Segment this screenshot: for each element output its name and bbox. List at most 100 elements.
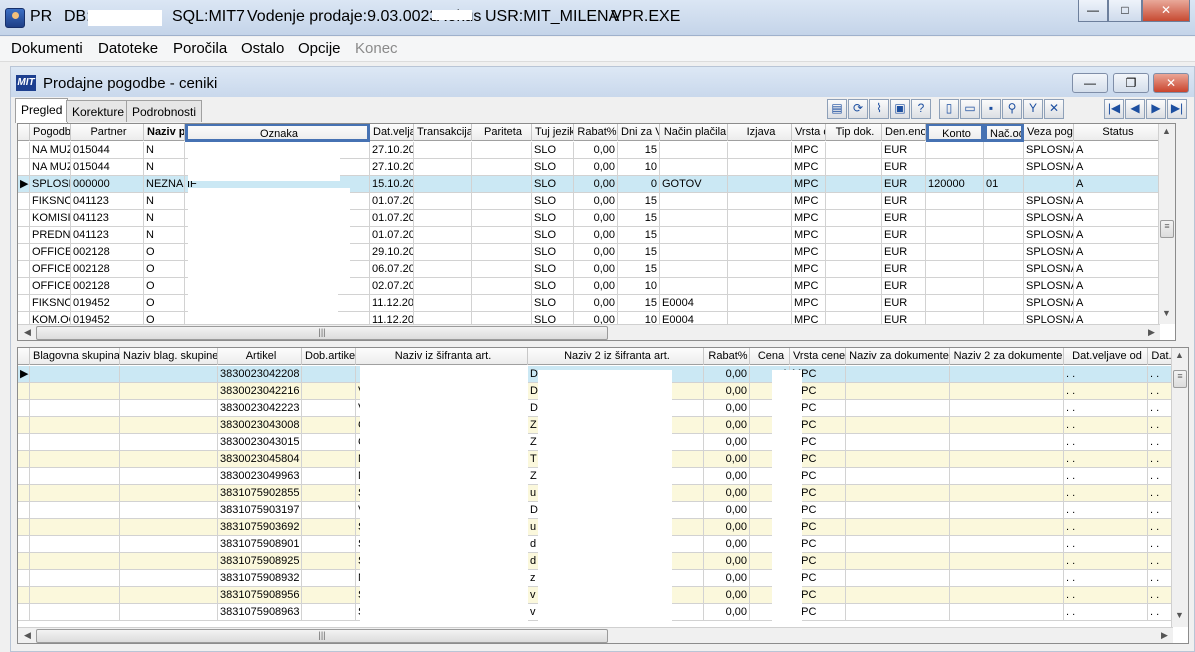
prices-cell[interactable]: . . bbox=[1064, 400, 1148, 417]
contracts-cell[interactable]: SPLOSNA11 bbox=[30, 176, 71, 193]
contracts-cell[interactable]: 10 bbox=[618, 278, 660, 295]
contracts-cell[interactable]: O bbox=[144, 295, 185, 312]
contracts-cell[interactable] bbox=[926, 244, 984, 261]
contracts-cell[interactable]: EUR bbox=[882, 261, 926, 278]
contracts-cell[interactable] bbox=[926, 159, 984, 176]
contracts-cell[interactable]: 02.07.2009 bbox=[370, 278, 414, 295]
contracts-cell[interactable] bbox=[984, 261, 1024, 278]
contracts-cell[interactable]: 01 bbox=[984, 176, 1024, 193]
prices-cell[interactable] bbox=[302, 485, 356, 502]
contracts-cell[interactable]: SPLOSNA11 bbox=[1024, 295, 1074, 312]
contracts-cell[interactable]: 041123 bbox=[71, 193, 144, 210]
attach-icon[interactable]: ⌇ bbox=[869, 99, 889, 119]
prices-cell[interactable]: 3830023045804 bbox=[218, 451, 302, 468]
prices-cell[interactable] bbox=[120, 570, 218, 587]
first-icon[interactable]: |◀ bbox=[1104, 99, 1124, 119]
prices-cell[interactable]: 0,00 bbox=[704, 502, 750, 519]
contracts-header-6[interactable]: Transakcija bbox=[414, 124, 472, 141]
contracts-cell[interactable]: EUR bbox=[882, 244, 926, 261]
contracts-cell[interactable]: SLO bbox=[532, 142, 574, 159]
contracts-cell[interactable]: 0,00 bbox=[574, 193, 618, 210]
scroll-right-icon[interactable]: ▶ bbox=[1144, 327, 1159, 338]
prices-cell[interactable]: 3830023042223 bbox=[218, 400, 302, 417]
contracts-cell[interactable]: NA MUZ,KO bbox=[30, 159, 71, 176]
scroll-thumb[interactable]: ≡ bbox=[1173, 370, 1187, 388]
scroll-thumb[interactable]: ≡ bbox=[1160, 220, 1174, 238]
prices-cell[interactable]: . . bbox=[1148, 519, 1173, 536]
prices-cell[interactable]: ▶ bbox=[18, 366, 30, 383]
prices-vertical-scrollbar[interactable]: ▲ ≡ ▼ bbox=[1171, 348, 1188, 627]
prices-cell[interactable]: . . bbox=[1064, 519, 1148, 536]
prices-cell[interactable]: . . bbox=[1064, 570, 1148, 587]
prices-cell[interactable] bbox=[18, 553, 30, 570]
prices-header-7[interactable]: Rabat% bbox=[704, 348, 750, 365]
contracts-cell[interactable]: 27.10.2009 bbox=[370, 142, 414, 159]
contracts-cell[interactable]: MPC bbox=[792, 159, 826, 176]
contracts-cell[interactable] bbox=[660, 193, 728, 210]
contracts-header-3[interactable]: Naziv partnerja ▲ bbox=[144, 124, 185, 141]
minimize-button[interactable]: — bbox=[1078, 0, 1108, 22]
prices-cell[interactable]: . . bbox=[1064, 502, 1148, 519]
prices-cell[interactable]: 0,00 bbox=[704, 468, 750, 485]
contracts-cell[interactable]: EUR bbox=[882, 159, 926, 176]
contracts-cell[interactable]: 0,00 bbox=[574, 278, 618, 295]
contracts-cell[interactable] bbox=[414, 142, 472, 159]
filter-icon[interactable]: Y bbox=[1023, 99, 1043, 119]
prices-cell[interactable] bbox=[950, 485, 1064, 502]
prices-cell[interactable] bbox=[120, 587, 218, 604]
prices-cell[interactable] bbox=[846, 451, 950, 468]
contracts-cell[interactable] bbox=[472, 193, 532, 210]
contracts-cell[interactable] bbox=[414, 244, 472, 261]
contracts-cell[interactable] bbox=[660, 244, 728, 261]
contracts-header-7[interactable]: Pariteta bbox=[472, 124, 532, 141]
prices-cell[interactable]: 0,00 bbox=[704, 400, 750, 417]
prices-cell[interactable] bbox=[120, 553, 218, 570]
prices-cell[interactable] bbox=[302, 553, 356, 570]
prices-cell[interactable] bbox=[30, 502, 120, 519]
prices-cell[interactable] bbox=[18, 502, 30, 519]
contracts-cell[interactable]: MPC bbox=[792, 176, 826, 193]
contracts-cell[interactable]: SLO bbox=[532, 244, 574, 261]
contracts-cell[interactable] bbox=[472, 210, 532, 227]
contracts-cell[interactable] bbox=[984, 210, 1024, 227]
contracts-cell[interactable]: EUR bbox=[882, 295, 926, 312]
prices-cell[interactable] bbox=[30, 383, 120, 400]
contracts-cell[interactable] bbox=[728, 176, 792, 193]
contracts-cell[interactable]: 27.10.2009 bbox=[370, 159, 414, 176]
prices-cell[interactable]: 3831075908932 bbox=[218, 570, 302, 587]
prev-icon[interactable]: ◀ bbox=[1125, 99, 1145, 119]
contracts-cell[interactable]: 002128 bbox=[71, 278, 144, 295]
prices-cell[interactable]: 3831075902855 bbox=[218, 485, 302, 502]
prices-cell[interactable]: 0,00 bbox=[704, 553, 750, 570]
prices-header-5[interactable]: Naziv iz šifranta art. bbox=[356, 348, 528, 365]
prices-cell[interactable] bbox=[302, 587, 356, 604]
prices-cell[interactable] bbox=[846, 468, 950, 485]
contracts-cell[interactable]: SLO bbox=[532, 295, 574, 312]
prices-cell[interactable] bbox=[30, 485, 120, 502]
contracts-cell[interactable] bbox=[414, 210, 472, 227]
prices-cell[interactable] bbox=[846, 400, 950, 417]
contracts-cell[interactable]: A bbox=[1074, 159, 1160, 176]
delete-icon[interactable]: ✕ bbox=[1044, 99, 1064, 119]
contracts-cell[interactable] bbox=[18, 159, 30, 176]
prices-header-13[interactable]: Dat. bbox=[1148, 348, 1173, 365]
prices-cell[interactable] bbox=[120, 383, 218, 400]
contracts-cell[interactable]: OFFICE PRE bbox=[30, 278, 71, 295]
prices-cell[interactable] bbox=[18, 570, 30, 587]
contracts-cell[interactable] bbox=[984, 193, 1024, 210]
contracts-cell[interactable]: PREDNA NO bbox=[30, 227, 71, 244]
monitor-icon[interactable]: ▣ bbox=[890, 99, 910, 119]
contracts-header-1[interactable]: Pogodba bbox=[30, 124, 71, 141]
contracts-cell[interactable]: FIKSNO OGN bbox=[30, 295, 71, 312]
prices-cell[interactable]: 0,00 bbox=[704, 536, 750, 553]
contracts-cell[interactable]: A bbox=[1074, 278, 1160, 295]
contracts-cell[interactable] bbox=[926, 142, 984, 159]
contracts-cell[interactable]: 01.07.2009 bbox=[370, 210, 414, 227]
contracts-header-5[interactable]: Dat.veljave bbox=[370, 124, 414, 141]
menu-opcije[interactable]: Opcije bbox=[298, 40, 341, 57]
contracts-header-14[interactable]: Tip dok. bbox=[826, 124, 882, 141]
prices-cell[interactable]: . . bbox=[1148, 587, 1173, 604]
prices-cell[interactable] bbox=[30, 417, 120, 434]
contracts-cell[interactable] bbox=[826, 142, 882, 159]
contracts-cell[interactable]: 0,00 bbox=[574, 244, 618, 261]
